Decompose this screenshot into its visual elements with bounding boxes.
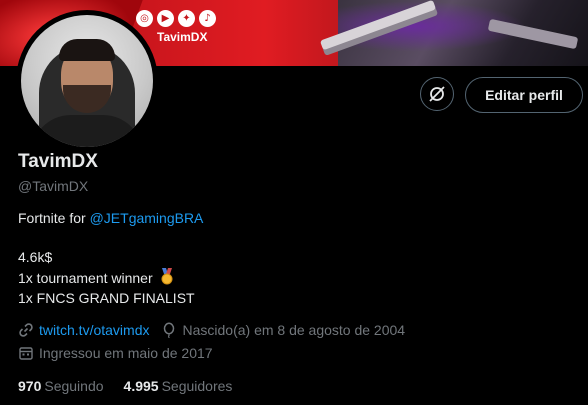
youtube-icon: ▶ bbox=[157, 10, 174, 27]
bio-mention-link[interactable]: @JETgamingBRA bbox=[90, 210, 204, 226]
birth-date: Nascido(a) em 8 de agosto de 2004 bbox=[182, 322, 406, 338]
tiktok-icon: ♪ bbox=[199, 10, 216, 27]
following-label: Seguindo bbox=[44, 378, 104, 394]
link-icon bbox=[18, 322, 34, 338]
medal-icon bbox=[160, 268, 174, 286]
joined-date: Ingressou em maio de 2017 bbox=[39, 345, 213, 361]
profile-meta-row: twitch.tv/otavimdx Nascido(a) em 8 de ag… bbox=[18, 322, 406, 339]
avatar-hair bbox=[59, 39, 115, 61]
display-name: TavimDX bbox=[18, 151, 98, 172]
banner-handle-tag: TavimDX bbox=[157, 30, 208, 44]
followers-label: Seguidores bbox=[161, 378, 233, 394]
premium-circle-button[interactable] bbox=[420, 77, 454, 111]
calendar-icon bbox=[18, 345, 34, 361]
followers-count: 4.995 bbox=[123, 378, 159, 394]
bio-line-4: 1x FNCS GRAND FINALIST bbox=[18, 290, 195, 306]
bio-line-2: 4.6k$ bbox=[18, 249, 53, 265]
profile-joined-row: Ingressou em maio de 2017 bbox=[18, 345, 213, 361]
instagram-icon: ◎ bbox=[136, 10, 153, 27]
followers-link[interactable]: 4.995 Seguidores bbox=[124, 378, 233, 394]
username: @TavimDX bbox=[18, 178, 89, 194]
banner-social-icons: ◎ ▶ ✦ ♪ bbox=[136, 10, 216, 27]
bio-prefix: Fortnite for bbox=[18, 210, 90, 226]
following-count: 970 bbox=[18, 378, 42, 394]
bio-line-1: Fortnite for @JETgamingBRA bbox=[18, 210, 203, 226]
edit-profile-button[interactable]: Editar perfil bbox=[465, 77, 583, 113]
following-link[interactable]: 970 Seguindo bbox=[18, 378, 104, 394]
follow-stats: 970 Seguindo 4.995 Seguidores bbox=[18, 378, 252, 394]
bio-line-3-text: 1x tournament winner bbox=[18, 270, 153, 286]
twitter-icon: ✦ bbox=[178, 10, 195, 27]
website-link[interactable]: twitch.tv/otavimdx bbox=[39, 322, 149, 338]
premium-slash-icon bbox=[429, 86, 445, 102]
avatar[interactable] bbox=[21, 15, 153, 147]
balloon-icon bbox=[161, 322, 177, 339]
bio-line-3: 1x tournament winner bbox=[18, 268, 174, 286]
